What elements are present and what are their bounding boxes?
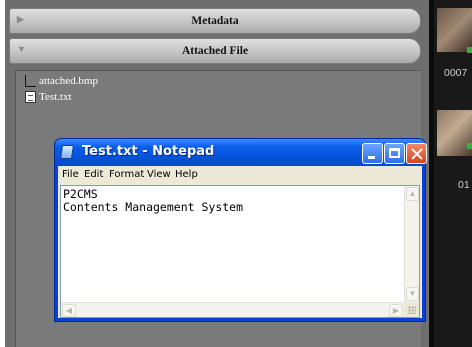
file-name: Test.txt <box>39 90 72 103</box>
scroll-down-icon[interactable]: ▼ <box>406 287 419 301</box>
bitmap-file-icon <box>25 74 36 87</box>
menu-help[interactable]: Help <box>175 169 198 180</box>
notepad-icon[interactable] <box>60 145 74 159</box>
text-editor[interactable]: P2CMS Contents Management System ▲ ▼ ◀ ▶ <box>60 185 420 318</box>
thumbnail-strip <box>429 0 472 347</box>
video-thumbnail[interactable] <box>437 8 472 52</box>
status-badge <box>467 143 472 149</box>
section-label: Metadata <box>191 15 239 27</box>
panel-divider[interactable] <box>429 0 434 347</box>
resize-grip-icon[interactable] <box>404 302 419 317</box>
maximize-button[interactable] <box>384 143 405 164</box>
menu-format[interactable]: Format <box>109 169 144 180</box>
close-button[interactable] <box>406 143 427 164</box>
scroll-left-icon[interactable]: ◀ <box>62 304 76 317</box>
notepad-window: Test.txt - Notepad File Edit Format View… <box>54 138 427 322</box>
status-badge <box>467 47 472 53</box>
scroll-up-icon[interactable]: ▲ <box>406 187 419 201</box>
thumbnail-number: 0007 <box>444 67 468 79</box>
file-name: attached.bmp <box>39 74 98 87</box>
menu-file[interactable]: File <box>62 169 79 180</box>
minimize-button[interactable] <box>362 143 383 164</box>
text-line: P2CMS <box>63 187 98 201</box>
window-body: File Edit Format View Help P2CMS Content… <box>58 166 422 318</box>
window-title: Test.txt - Notepad <box>82 144 215 159</box>
video-thumbnail[interactable] <box>437 110 472 156</box>
section-label: Attached File <box>181 45 249 57</box>
attached-file-section-header[interactable]: ▼ Attached File <box>9 38 421 64</box>
text-line: Contents Management System <box>63 200 244 214</box>
text-file-icon <box>25 90 36 103</box>
metadata-section-header[interactable]: ▶ Metadata <box>9 8 421 34</box>
window-titlebar[interactable]: Test.txt - Notepad <box>55 139 427 166</box>
menu-view[interactable]: View <box>147 169 171 180</box>
menu-bar: File Edit Format View Help <box>58 166 422 184</box>
file-item-test-txt[interactable]: Test.txt <box>25 90 72 103</box>
vertical-scrollbar[interactable]: ▲ ▼ <box>404 186 419 302</box>
thumbnail-number: 01 <box>458 179 470 191</box>
file-item-attached-bmp[interactable]: attached.bmp <box>25 74 98 87</box>
horizontal-scrollbar[interactable]: ◀ ▶ <box>61 302 404 317</box>
scroll-right-icon[interactable]: ▶ <box>389 304 403 317</box>
menu-edit[interactable]: Edit <box>84 169 103 180</box>
